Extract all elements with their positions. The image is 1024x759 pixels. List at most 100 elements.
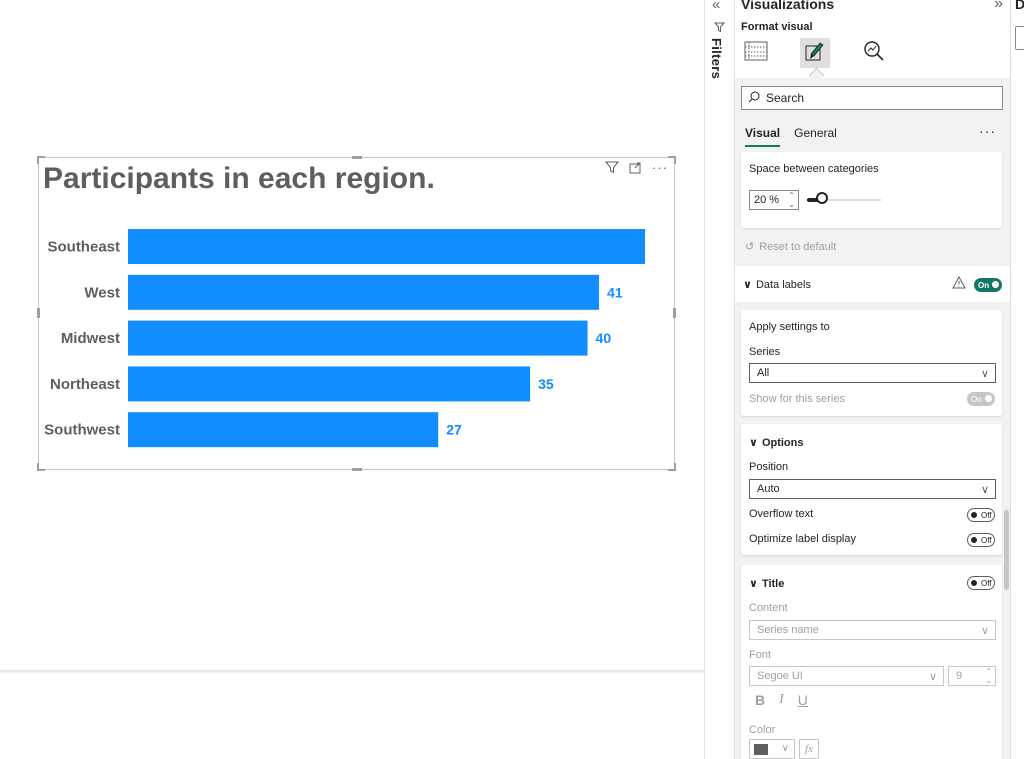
- chevron-down-icon: ∨: [781, 743, 789, 754]
- bar-southeast[interactable]: [128, 229, 645, 264]
- chevron-down-icon: ∨: [980, 484, 989, 496]
- data-labels-title: ∨ Data labels: [743, 278, 811, 292]
- more-options-icon[interactable]: ···: [979, 123, 996, 139]
- color-swatch: [754, 744, 768, 755]
- reset-label: Reset to default: [759, 240, 837, 253]
- position-dropdown[interactable]: Auto ∨: [749, 479, 996, 499]
- data-labels-header[interactable]: ∨ Data labels On: [735, 266, 1010, 302]
- title-section-title[interactable]: ∨ Title: [749, 577, 785, 591]
- show-for-series-label: Show for this series: [749, 393, 845, 405]
- category-label: Southwest: [44, 422, 120, 439]
- paintbrush-icon: [804, 40, 826, 67]
- optimize-toggle[interactable]: Off: [967, 533, 995, 547]
- expand-right-icon[interactable]: »: [994, 0, 1003, 13]
- font-size-value: 9: [956, 670, 963, 682]
- search-input[interactable]: Search: [741, 86, 1003, 110]
- bar-chart-visual[interactable]: Participants in each region. ··· Southea…: [37, 156, 676, 471]
- data-pane-edge: D: [1010, 0, 1024, 759]
- filter-icon: [713, 22, 726, 36]
- visualizations-pane: Visualizations » Format visual Search Vi…: [734, 0, 1010, 759]
- filters-label[interactable]: Filters: [709, 38, 724, 79]
- font-family-value: Segoe UI: [757, 670, 803, 682]
- bar-west[interactable]: [128, 274, 600, 310]
- bar-northeast[interactable]: [128, 366, 531, 402]
- spin-icon[interactable]: ⌃ ⌄: [985, 667, 992, 685]
- conditional-format-button[interactable]: fx: [799, 739, 819, 759]
- slider-thumb[interactable]: [815, 192, 828, 204]
- viz-pane-title: Visualizations: [741, 0, 835, 12]
- position-label: Position: [749, 461, 789, 473]
- data-labels-label: Data labels: [755, 278, 811, 291]
- title-card: ∨ Title Off Content Series name ∨ Font S…: [741, 565, 1002, 759]
- underline-button[interactable]: U: [798, 692, 808, 708]
- title-toggle[interactable]: Off: [967, 576, 995, 590]
- data-label: 35: [538, 376, 554, 392]
- chevron-down-icon: ∨: [749, 578, 758, 590]
- overflow-text-toggle[interactable]: Off: [967, 508, 995, 522]
- tab-visual[interactable]: Visual: [745, 126, 781, 147]
- search-icon: [748, 91, 760, 106]
- content-label: Content: [749, 602, 788, 614]
- color-picker[interactable]: ∨: [749, 739, 795, 759]
- text-style-buttons: B I U: [755, 692, 808, 708]
- chevron-down-icon: ∨: [743, 279, 752, 291]
- options-title[interactable]: ∨ Options: [749, 436, 804, 450]
- pane-scrollbar[interactable]: [1004, 510, 1009, 590]
- content-dropdown[interactable]: Series name ∨: [749, 620, 996, 640]
- canvas-background: [0, 673, 704, 759]
- apply-settings-card: Apply settings to Series All ∨ Show for …: [741, 310, 1002, 416]
- format-tabs: Visual General: [745, 126, 837, 147]
- bold-button[interactable]: B: [755, 692, 765, 708]
- font-label: Font: [749, 649, 772, 661]
- build-visual-button[interactable]: [741, 38, 771, 68]
- analytics-button[interactable]: [859, 38, 889, 68]
- report-canvas: Participants in each region. ··· Southea…: [0, 0, 704, 759]
- optimize-label: Optimize label display: [749, 533, 856, 545]
- series-dropdown[interactable]: All ∨: [749, 363, 996, 383]
- space-between-value: 20 %: [754, 194, 780, 206]
- fx-icon: fx: [805, 743, 813, 755]
- font-size-input[interactable]: 9 ⌃ ⌄: [948, 666, 996, 686]
- data-label: 40: [596, 330, 612, 346]
- options-card: ∨ Options Position Auto ∨ Overflow text …: [741, 424, 1002, 555]
- title-section-label: Title: [761, 577, 785, 590]
- content-value: Series name: [757, 624, 819, 636]
- color-label: Color: [749, 724, 776, 736]
- show-for-series-toggle[interactable]: On: [967, 392, 995, 406]
- format-visual-button[interactable]: [800, 38, 830, 68]
- font-family-dropdown[interactable]: Segoe UI ∨: [749, 666, 944, 686]
- space-between-input[interactable]: 20 % ⌃ ⌄: [749, 190, 799, 210]
- position-value: Auto: [757, 483, 780, 495]
- apply-settings-title: Apply settings to: [749, 321, 830, 333]
- bar-southwest[interactable]: [128, 412, 439, 448]
- series-value: All: [757, 367, 770, 379]
- undo-icon: ↺: [745, 241, 755, 253]
- spin-icon[interactable]: ⌃ ⌄: [788, 191, 795, 209]
- search-placeholder: Search: [766, 91, 805, 105]
- space-between-label: Space between categories: [749, 163, 879, 175]
- collapse-left-icon[interactable]: «: [712, 0, 720, 13]
- data-labels-toggle[interactable]: On: [974, 278, 1002, 292]
- category-label: Midwest: [61, 330, 120, 347]
- bars-card: Space between categories 20 % ⌃ ⌄: [741, 152, 1002, 228]
- chevron-down-icon: ∨: [749, 437, 758, 449]
- chevron-down-icon: ∨: [980, 368, 989, 380]
- viz-pane-header: Visualizations » Format visual: [735, 0, 1010, 78]
- overflow-text-label: Overflow text: [749, 508, 814, 520]
- data-label: 41: [607, 284, 623, 300]
- category-label: Northeast: [50, 376, 120, 393]
- data-label: 27: [446, 422, 462, 438]
- chevron-down-icon: ∨: [980, 625, 989, 637]
- table-grid-icon: [744, 40, 768, 67]
- series-label: Series: [749, 346, 781, 358]
- data-search-input[interactable]: [1015, 26, 1024, 50]
- bar-midwest[interactable]: [128, 320, 588, 356]
- data-pane-title: D: [1015, 0, 1024, 12]
- tab-general[interactable]: General: [794, 126, 837, 144]
- format-visual-label: Format visual: [741, 21, 813, 33]
- reset-to-default[interactable]: ↺ Reset to default: [745, 240, 837, 254]
- bar-chart-plot: Southeast West 41 Midwest 40 Northeast 35 South…: [44, 229, 645, 448]
- space-between-slider[interactable]: [807, 192, 881, 204]
- italic-button[interactable]: I: [779, 692, 784, 708]
- filters-pane-collapsed[interactable]: « Filters: [704, 0, 734, 759]
